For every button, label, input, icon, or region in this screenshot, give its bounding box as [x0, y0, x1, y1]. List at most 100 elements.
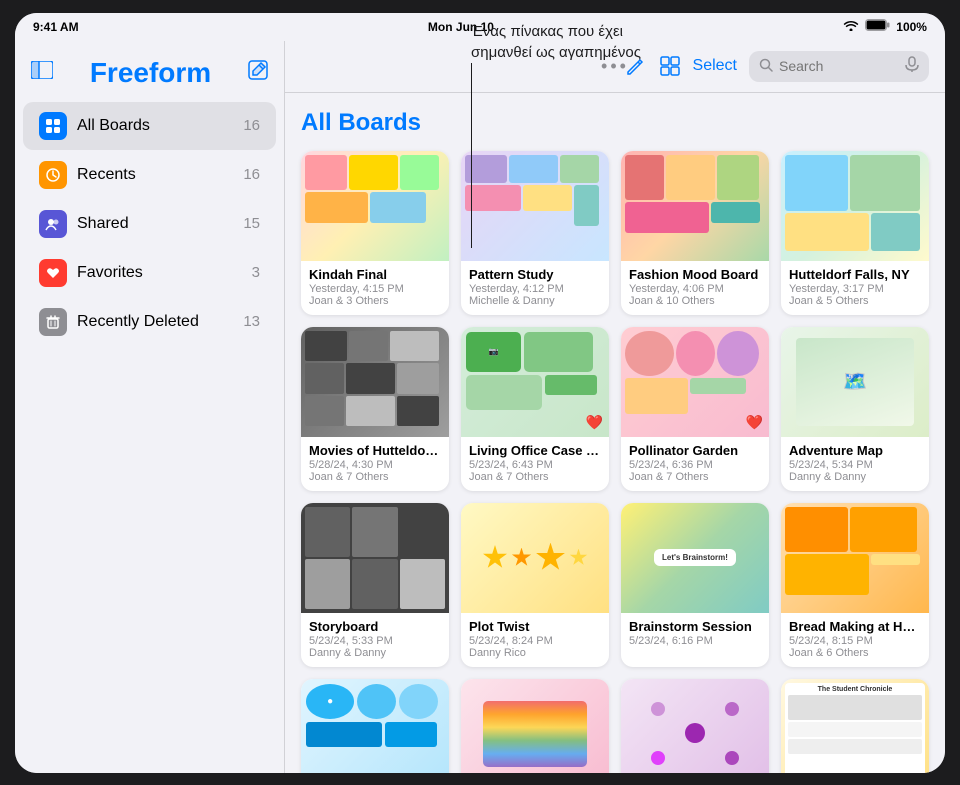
board-name: Storyboard — [309, 619, 441, 634]
board-thumb-pollinator-garden: ❤️ — [621, 327, 769, 437]
board-card-row4a[interactable]: ● Trust5/23/24, 6:00 PMJoan & 2 Others — [301, 679, 449, 773]
favorites-label: Favorites — [77, 264, 252, 282]
board-people: Danny & Danny — [309, 647, 441, 659]
search-input[interactable] — [779, 58, 899, 74]
board-date: Yesterday, 4:15 PM — [309, 283, 441, 295]
board-info-kindah-final: Kindah FinalYesterday, 4:15 PMJoan & 3 O… — [301, 261, 449, 315]
board-name: Adventure Map — [789, 443, 921, 458]
board-name: Fashion Mood Board — [629, 267, 761, 282]
sidebar-item-recently-deleted[interactable]: Recently Deleted 13 — [23, 298, 276, 346]
all-boards-count: 16 — [243, 117, 260, 134]
sidebar-nav: All Boards 16 Recents 16 — [15, 97, 284, 351]
board-date: Yesterday, 4:06 PM — [629, 283, 761, 295]
drag-handle: ••• — [601, 56, 629, 77]
sidebar-item-favorites[interactable]: Favorites 3 — [23, 249, 276, 297]
content-title: All Boards — [301, 109, 929, 137]
board-info-living-office: Living Office Case Study5/23/24, 6:43 PM… — [461, 437, 609, 491]
status-time: 9:41 AM — [33, 20, 79, 34]
board-name: Hutteldorf Falls, NY — [789, 267, 921, 282]
board-card-pattern-study[interactable]: Pattern StudyYesterday, 4:12 PMMichelle … — [461, 151, 609, 315]
board-people: Joan & 6 Others — [789, 647, 921, 659]
shared-label: Shared — [77, 215, 243, 233]
board-people: Joan & 5 Others — [789, 295, 921, 307]
board-card-bread-making[interactable]: Bread Making at Home5/23/24, 8:15 PMJoan… — [781, 503, 929, 667]
board-date: 5/23/24, 5:34 PM — [789, 459, 921, 471]
right-panel: ••• Select — [285, 41, 945, 773]
board-card-row4d[interactable]: The Student Chronicle The Student Chroni… — [781, 679, 929, 773]
board-date: 5/23/24, 6:36 PM — [629, 459, 761, 471]
board-card-fashion-mood-board[interactable]: Fashion Mood BoardYesterday, 4:06 PMJoan… — [621, 151, 769, 315]
all-boards-icon — [39, 112, 67, 140]
sidebar-item-shared[interactable]: Shared 15 — [23, 200, 276, 248]
board-card-pollinator-garden[interactable]: ❤️Pollinator Garden5/23/24, 6:36 PMJoan … — [621, 327, 769, 491]
sidebar-item-recents[interactable]: Recents 16 — [23, 151, 276, 199]
new-board-sidebar-button[interactable] — [248, 60, 268, 86]
toolbar: ••• Select — [285, 41, 945, 93]
board-card-row4b[interactable]: Rainbow5/23/24, 5:45 PMDanny & Danny — [461, 679, 609, 773]
board-thumb-pattern-study — [461, 151, 609, 261]
board-info-plot-twist: Plot Twist5/23/24, 8:24 PMDanny Rico — [461, 613, 609, 667]
board-thumb-kindah-final — [301, 151, 449, 261]
board-people: Michelle & Danny — [469, 295, 601, 307]
recents-label: Recents — [77, 166, 243, 184]
sidebar: Freeform — [15, 41, 285, 773]
board-date: Yesterday, 4:12 PM — [469, 283, 601, 295]
board-thumb-row4b — [461, 679, 609, 773]
board-info-brainstorm-session: Brainstorm Session5/23/24, 6:16 PM — [621, 613, 769, 655]
board-thumb-plot-twist — [461, 503, 609, 613]
sidebar-header: Freeform — [15, 53, 284, 97]
board-info-bread-making: Bread Making at Home5/23/24, 8:15 PMJoan… — [781, 613, 929, 667]
board-info-hutteldorf-falls: Hutteldorf Falls, NYYesterday, 3:17 PMJo… — [781, 261, 929, 315]
sidebar-item-all-boards[interactable]: All Boards 16 — [23, 102, 276, 150]
board-thumb-bread-making — [781, 503, 929, 613]
recents-count: 16 — [243, 166, 260, 183]
recently-deleted-label: Recently Deleted — [77, 313, 243, 331]
board-thumb-row4c — [621, 679, 769, 773]
select-button[interactable]: Select — [693, 57, 737, 75]
sidebar-toggle-button[interactable] — [31, 61, 53, 85]
board-info-pattern-study: Pattern StudyYesterday, 4:12 PMMichelle … — [461, 261, 609, 315]
board-info-storyboard: Storyboard5/23/24, 5:33 PMDanny & Danny — [301, 613, 449, 667]
board-date: 5/28/24, 4:30 PM — [309, 459, 441, 471]
board-name: Plot Twist — [469, 619, 601, 634]
board-info-adventure-map: Adventure Map5/23/24, 5:34 PMDanny & Dan… — [781, 437, 929, 491]
board-people: Joan & 3 Others — [309, 295, 441, 307]
board-thumb-living-office: 📷 ❤️ — [461, 327, 609, 437]
board-thumb-hutteldorf-falls — [781, 151, 929, 261]
board-card-plot-twist[interactable]: Plot Twist5/23/24, 8:24 PMDanny Rico — [461, 503, 609, 667]
board-card-brainstorm-session[interactable]: Let's Brainstorm! Brainstorm Session5/23… — [621, 503, 769, 667]
board-card-living-office[interactable]: 📷 ❤️Living Office Case Study5/23/24, 6:4… — [461, 327, 609, 491]
board-thumb-row4a: ● — [301, 679, 449, 773]
board-name: Bread Making at Home — [789, 619, 921, 634]
battery-icon — [865, 19, 890, 34]
board-people: Danny Rico — [469, 647, 601, 659]
shared-count: 15 — [243, 215, 260, 232]
board-name: Living Office Case Study — [469, 443, 601, 458]
board-card-adventure-map[interactable]: 🗺️ Adventure Map5/23/24, 5:34 PMDanny & … — [781, 327, 929, 491]
favorite-heart-icon: ❤️ — [746, 414, 763, 431]
board-card-movies-hutteldorf[interactable]: Movies of Hutteldorf Fa...5/28/24, 4:30 … — [301, 327, 449, 491]
board-people: Joan & 10 Others — [629, 295, 761, 307]
board-date: 5/23/24, 6:16 PM — [629, 635, 761, 647]
board-card-hutteldorf-falls[interactable]: Hutteldorf Falls, NYYesterday, 3:17 PMJo… — [781, 151, 929, 315]
board-thumb-brainstorm-session: Let's Brainstorm! — [621, 503, 769, 613]
board-date: Yesterday, 3:17 PM — [789, 283, 921, 295]
board-card-row4c[interactable]: Mind Map5/23/24, 5:30 PMJoan & 3 Others — [621, 679, 769, 773]
board-card-storyboard[interactable]: Storyboard5/23/24, 5:33 PMDanny & Danny — [301, 503, 449, 667]
search-bar[interactable] — [749, 51, 929, 82]
board-name: Pattern Study — [469, 267, 601, 282]
board-date: 5/23/24, 6:43 PM — [469, 459, 601, 471]
content-area: All Boards Kindah FinalYesterday, 4:15 P… — [285, 93, 945, 773]
board-thumb-fashion-mood-board — [621, 151, 769, 261]
board-people: Joan & 7 Others — [469, 471, 601, 483]
grid-view-button[interactable] — [659, 55, 681, 77]
wifi-icon — [843, 19, 859, 34]
board-thumb-row4d: The Student Chronicle — [781, 679, 929, 773]
app-title: Freeform — [90, 57, 211, 89]
recently-deleted-icon — [39, 308, 67, 336]
board-date: 5/23/24, 8:15 PM — [789, 635, 921, 647]
board-thumb-storyboard — [301, 503, 449, 613]
mic-button[interactable] — [905, 56, 919, 77]
board-date: 5/23/24, 5:33 PM — [309, 635, 441, 647]
board-card-kindah-final[interactable]: Kindah FinalYesterday, 4:15 PMJoan & 3 O… — [301, 151, 449, 315]
